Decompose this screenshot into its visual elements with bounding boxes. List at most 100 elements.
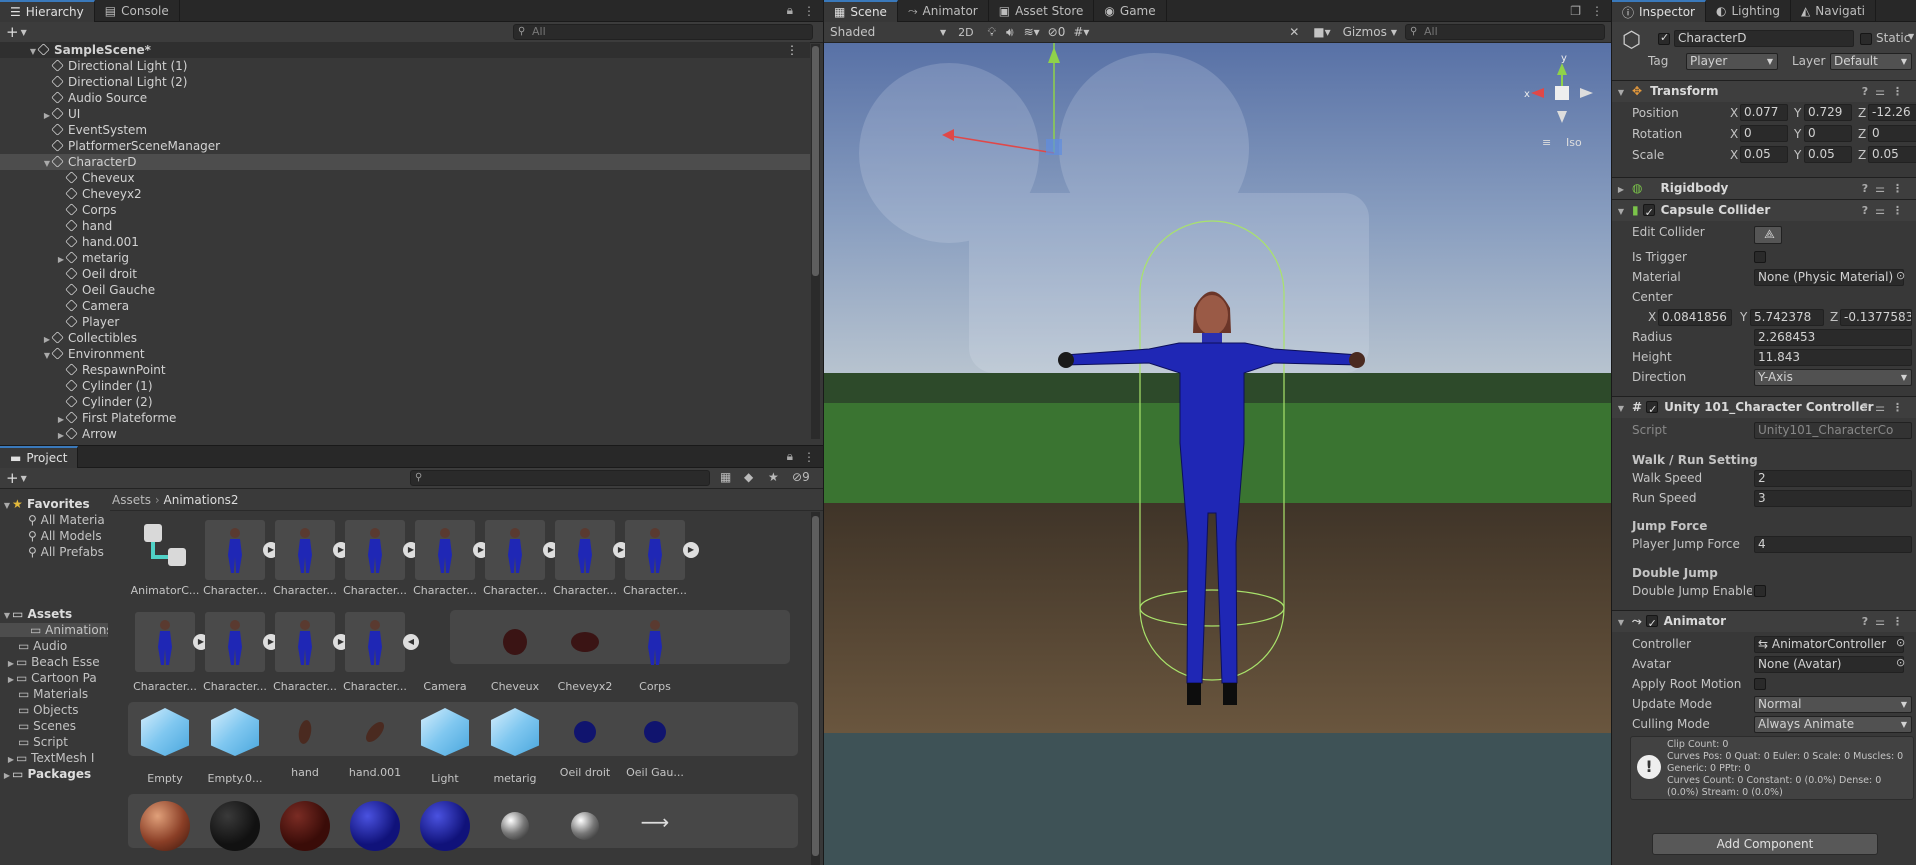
animation-clip-asset[interactable]: ▶ Character... bbox=[340, 520, 419, 597]
hierarchy-item[interactable]: EventSystem bbox=[0, 122, 810, 138]
hierarchy-item[interactable]: Oeil Gauche bbox=[0, 282, 810, 298]
asset-folder[interactable]: ▭ Animations bbox=[0, 623, 108, 637]
hierarchy-item[interactable]: Audio Source bbox=[0, 90, 810, 106]
hierarchy-item[interactable]: PlatformerSceneManager bbox=[0, 138, 810, 154]
walk-speed-field[interactable]: 2 bbox=[1754, 470, 1912, 487]
camera-icon[interactable]: ■▾ bbox=[1313, 25, 1330, 39]
prefab-asset[interactable]: Light bbox=[410, 702, 480, 785]
direction-dropdown[interactable]: Y-Axis ▼ bbox=[1754, 369, 1912, 386]
asset-folder[interactable]: ▶ ▭ TextMesh I bbox=[0, 751, 108, 765]
lock-icon[interactable]: 🔒︎ bbox=[787, 449, 793, 464]
hierarchy-item[interactable]: Directional Light (1) bbox=[0, 58, 810, 74]
prefab-asset[interactable]: metarig bbox=[480, 702, 550, 785]
hierarchy-item[interactable]: ▼ CharacterD bbox=[0, 154, 810, 170]
animator-controller-asset[interactable]: AnimatorC... bbox=[130, 520, 200, 597]
object-picker-icon[interactable]: ⊙ bbox=[1896, 269, 1905, 282]
material-asset[interactable] bbox=[550, 796, 620, 845]
tag-dropdown[interactable]: Player ▼ bbox=[1686, 53, 1778, 70]
scale-y-field[interactable]: 0.05 bbox=[1804, 146, 1852, 163]
animation-clip-asset[interactable]: ▶ Character... bbox=[130, 612, 209, 693]
prefab-asset[interactable]: Empty.0... bbox=[200, 702, 270, 785]
lighting-icon[interactable]: 💡︎ bbox=[988, 25, 996, 40]
material-asset[interactable] bbox=[200, 796, 270, 856]
chevron-down-icon[interactable]: ▼ bbox=[21, 28, 27, 37]
rotation-x-field[interactable]: 0 bbox=[1740, 125, 1788, 142]
hierarchy-item[interactable]: hand.001 bbox=[0, 234, 810, 250]
hierarchy-item[interactable]: Directional Light (2) bbox=[0, 74, 810, 90]
chevron-right-icon[interactable]: ▶ bbox=[6, 659, 16, 668]
hierarchy-item[interactable]: ▶ metarig bbox=[0, 250, 810, 266]
material-asset[interactable]: ⟶ bbox=[620, 796, 690, 834]
scene-viewport[interactable]: y x Iso ≡ bbox=[824, 43, 1611, 865]
static-checkbox[interactable] bbox=[1860, 33, 1872, 45]
apply-root-motion-checkbox[interactable] bbox=[1754, 678, 1766, 690]
model-subasset[interactable]: Cheveyx2 bbox=[550, 612, 620, 693]
animation-clip-asset[interactable]: ▶ Character... bbox=[550, 520, 629, 597]
object-picker-icon[interactable]: ⊙ bbox=[1896, 636, 1905, 649]
project-search-input[interactable]: ⚲ bbox=[410, 470, 710, 486]
center-z-field[interactable]: -0.1377583 bbox=[1840, 309, 1912, 326]
animation-clip-asset[interactable]: ▶ Character... bbox=[200, 520, 279, 597]
controller-enabled-checkbox[interactable] bbox=[1646, 399, 1659, 420]
rotation-y-field[interactable]: 0 bbox=[1804, 125, 1852, 142]
center-x-field[interactable]: 0.0841856 bbox=[1658, 309, 1732, 326]
hierarchy-item[interactable]: ▼ Environment bbox=[0, 346, 810, 362]
chevron-right-icon[interactable]: ▶ bbox=[56, 428, 66, 444]
tools-icon[interactable]: ✕ bbox=[1289, 25, 1299, 39]
center-y-field[interactable]: 5.742378 bbox=[1750, 309, 1824, 326]
tab-scene[interactable]: ▦ Scene bbox=[824, 0, 898, 22]
more-menu-icon[interactable]: ⋮ bbox=[1591, 4, 1603, 18]
favorite-star-icon[interactable]: ★ bbox=[768, 470, 779, 484]
tab-asset-store[interactable]: ▣ Asset Store bbox=[989, 0, 1095, 22]
more-menu-icon[interactable]: ⋮ bbox=[803, 4, 815, 18]
hierarchy-item[interactable]: Corps bbox=[0, 202, 810, 218]
favorite-item[interactable]: ⚲ All Models bbox=[28, 529, 102, 543]
more-menu-icon[interactable]: ⋮ bbox=[786, 42, 798, 58]
audio-icon[interactable]: 🔊︎ bbox=[1006, 25, 1014, 40]
hierarchy-item[interactable]: Cylinder (2) bbox=[0, 394, 810, 410]
animation-clip-asset[interactable]: ▶ Character... bbox=[270, 612, 349, 693]
tab-navigation[interactable]: ◭ Navigati bbox=[1791, 0, 1877, 22]
double-jump-checkbox[interactable] bbox=[1754, 585, 1766, 597]
position-x-field[interactable]: 0.077 bbox=[1740, 104, 1788, 121]
asset-folder[interactable]: ▶ ▭ Cartoon Pa bbox=[0, 671, 108, 685]
layer-dropdown[interactable]: Default ▼ bbox=[1830, 53, 1912, 70]
hierarchy-item[interactable]: ▶ Arrow bbox=[0, 426, 810, 442]
hierarchy-search-input[interactable]: ⚲ All bbox=[513, 24, 813, 40]
asset-folder[interactable]: ▭ Objects bbox=[0, 703, 108, 717]
chevron-down-icon[interactable]: ▼ bbox=[21, 474, 27, 483]
chevron-right-icon[interactable]: ▶ bbox=[6, 755, 16, 764]
hierarchy-item[interactable]: Cheveux bbox=[0, 170, 810, 186]
gizmos-dropdown[interactable]: Gizmos bbox=[1343, 25, 1387, 39]
hierarchy-item[interactable]: Camera bbox=[0, 298, 810, 314]
hierarchy-item[interactable]: ▶ First Plateforme bbox=[0, 410, 810, 426]
animator-header[interactable]: ▼ ⤳ Animator ?⚌⋮ bbox=[1612, 610, 1916, 634]
material-field[interactable]: None (Physic Material) bbox=[1754, 269, 1904, 286]
more-menu-icon[interactable]: ⋮ bbox=[803, 450, 815, 464]
favorite-item[interactable]: ⚲ All Materia bbox=[28, 513, 105, 527]
add-icon[interactable]: + bbox=[6, 23, 19, 41]
play-icon[interactable]: ▶ bbox=[683, 542, 699, 558]
asset-folder[interactable]: ▶ ▭ Beach Esse bbox=[0, 655, 108, 669]
chevron-right-icon[interactable]: ▶ bbox=[6, 675, 16, 684]
height-field[interactable]: 11.843 bbox=[1754, 349, 1912, 366]
prefab-asset[interactable]: Oeil droit bbox=[550, 702, 620, 779]
packages-header[interactable]: ▶ ▭ Packages bbox=[2, 767, 91, 781]
object-name-field[interactable]: CharacterD bbox=[1674, 30, 1854, 47]
tab-hierarchy[interactable]: ☰ Hierarchy bbox=[0, 0, 95, 22]
hierarchy-item[interactable]: ▶ Collectibles bbox=[0, 330, 810, 346]
hidden-objects-icon[interactable]: ⊘0 bbox=[1048, 25, 1066, 39]
asset-folder[interactable]: ▭ Script bbox=[0, 735, 108, 749]
breadcrumb-assets[interactable]: Assets bbox=[112, 493, 151, 507]
rotation-z-field[interactable]: 0 bbox=[1868, 125, 1916, 142]
is-trigger-checkbox[interactable] bbox=[1754, 251, 1766, 263]
chevron-down-icon[interactable]: ▼ bbox=[1908, 32, 1914, 41]
run-speed-field[interactable]: 3 bbox=[1754, 490, 1912, 507]
asset-folder[interactable]: ▭ Scenes bbox=[0, 719, 108, 733]
tab-animator[interactable]: ⤳ Animator bbox=[898, 0, 989, 22]
active-checkbox[interactable] bbox=[1658, 31, 1670, 45]
model-subasset[interactable]: Camera bbox=[410, 612, 480, 693]
toggle-2d-button[interactable]: 2D bbox=[958, 26, 973, 39]
component-actions[interactable]: ?⚌⋮ bbox=[1862, 397, 1910, 418]
hierarchy-item[interactable]: Cheveyx2 bbox=[0, 186, 810, 202]
